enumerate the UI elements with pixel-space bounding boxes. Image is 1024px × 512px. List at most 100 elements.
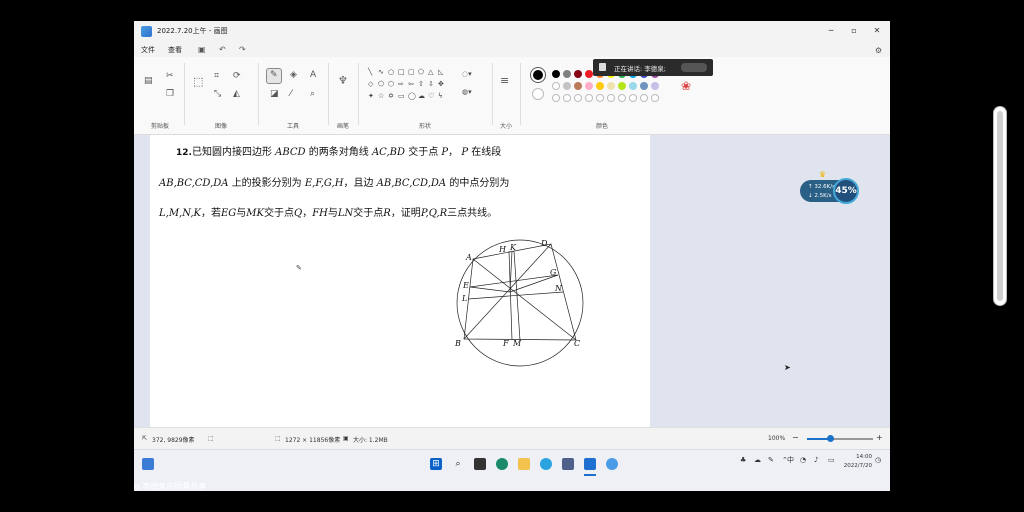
curve-shape-icon[interactable]: ∿ [378,69,384,76]
zoom-slider-thumb[interactable] [827,435,835,442]
system-clock[interactable]: 14:00 2022/7/20 [844,453,872,471]
battery-icon[interactable]: ▭ [828,456,835,464]
right-arrow-shape-icon[interactable]: ⇨ [398,81,404,88]
custom-color-slot[interactable] [640,94,648,102]
fill-style-icon[interactable]: ◍▾ [462,89,472,96]
flip-icon[interactable]: ◭ [233,90,240,99]
star4-shape-icon[interactable]: ✦ [368,93,374,100]
paste-icon[interactable]: ▤ [144,77,153,86]
start-icon[interactable]: ⊞ [430,458,442,470]
triangle-shape-icon[interactable]: △ [428,69,433,76]
rounded-rect-shape-icon[interactable]: ▢ [408,69,415,76]
custom-color-slot[interactable] [607,94,615,102]
app-icon[interactable] [562,458,574,470]
resize-icon[interactable]: ⤡ [214,90,221,99]
hexagon-shape-icon[interactable]: ⬡ [388,81,394,88]
meeting-speaker-banner[interactable]: 正在讲话: 李德泉; [593,59,713,76]
pentagon-shape-icon[interactable]: ⬠ [378,81,384,88]
secondary-color[interactable] [532,88,544,100]
custom-color-slot[interactable] [574,94,582,102]
edit-colors-icon[interactable]: ❀ [681,80,691,92]
color-swatch[interactable] [574,70,582,78]
four-arrow-shape-icon[interactable]: ✥ [438,81,444,88]
left-arrow-shape-icon[interactable]: ⇦ [408,81,414,88]
search-icon[interactable]: ⌕ [452,458,464,470]
meeting-app-icon[interactable] [606,458,618,470]
close-button[interactable]: ✕ [870,25,884,37]
crop-icon[interactable]: ⌗ [214,72,219,81]
viewer-scrollbar-thumb[interactable] [997,111,1003,301]
zoom-level[interactable]: 100% [768,435,785,442]
oval-shape-icon[interactable]: ○ [388,69,394,76]
drawing-canvas[interactable]: 12.已知圆内接四边形 ABCD 的两条对角线 AC,BD 交于点 P， P 在… [150,135,650,427]
notification-icon[interactable]: ◷ [875,456,881,464]
menu-file[interactable]: 文件 [141,45,155,55]
network-speed-widget[interactable]: ↑ 32.6K/s ↓ 2.5K/s ♛ 45% [800,170,862,204]
canvas-area[interactable]: 12.已知圆内接四边形 ABCD 的两条对角线 AC,BD 交于点 P， P 在… [134,135,890,491]
edge-icon[interactable] [496,458,508,470]
callout-oval-shape-icon[interactable]: ◯ [408,93,416,100]
rotate-icon[interactable]: ⟳ [233,72,241,81]
heart-shape-icon[interactable]: ♡ [428,93,434,100]
custom-color-slot[interactable] [585,94,593,102]
callout-rect-shape-icon[interactable]: ▭ [398,93,405,100]
custom-color-slot[interactable] [651,94,659,102]
lightning-shape-icon[interactable]: ϟ [438,93,443,100]
color-swatch[interactable] [552,82,560,90]
color-swatch[interactable] [552,70,560,78]
cut-icon[interactable]: ✂ [166,72,174,81]
app-tray-icon[interactable]: ♣ [740,456,746,464]
star6-shape-icon[interactable]: ✡ [388,93,394,100]
maximize-button[interactable]: ▫ [847,25,861,37]
zoom-out-icon[interactable]: − [792,433,799,442]
down-arrow-shape-icon[interactable]: ⇩ [428,81,434,88]
cloud-icon[interactable]: ☁ [754,456,761,464]
color-picker-icon[interactable]: ⁄ [290,90,292,99]
color-swatch[interactable] [563,82,571,90]
primary-color[interactable] [531,68,545,82]
up-arrow-shape-icon[interactable]: ⇧ [418,81,424,88]
color-swatch[interactable] [596,82,604,90]
polygon-shape-icon[interactable]: ⬠ [418,69,424,76]
color-swatch[interactable] [585,82,593,90]
zoom-slider[interactable] [807,435,873,442]
file-explorer-icon[interactable] [518,458,530,470]
outline-icon[interactable]: ◌▾ [462,71,472,78]
paint-taskbar-icon[interactable] [584,458,596,470]
browser-icon[interactable] [540,458,552,470]
custom-color-slot[interactable] [552,94,560,102]
viewer-scrollbar[interactable] [993,106,1007,306]
zoom-in-icon[interactable]: + [876,433,883,442]
select-icon[interactable]: ⬚ [193,76,203,87]
custom-color-slot[interactable] [563,94,571,102]
wifi-icon[interactable]: ◔ [800,456,806,464]
text-icon[interactable]: A [310,71,316,80]
copy-icon[interactable]: ❐ [166,90,174,99]
pencil-icon[interactable]: ✎ [270,71,278,80]
color-swatch[interactable] [651,82,659,90]
pen-icon[interactable]: ✎ [768,456,774,464]
color-swatch[interactable] [629,82,637,90]
callout-cloud-shape-icon[interactable]: ☁ [418,93,425,100]
ime-indicator[interactable]: 中 [787,455,794,465]
color-swatch[interactable] [585,70,593,78]
eraser-icon[interactable]: ◪ [270,90,279,99]
save-icon[interactable]: ▣ [198,45,206,54]
task-view-icon[interactable] [474,458,486,470]
color-swatch[interactable] [640,82,648,90]
custom-color-slot[interactable] [596,94,604,102]
star5-shape-icon[interactable]: ☆ [378,93,384,100]
menu-view[interactable]: 查看 [168,45,182,55]
diamond-shape-icon[interactable]: ◇ [368,81,373,88]
line-width-icon[interactable]: ≡ [500,75,509,86]
minimize-button[interactable]: ─ [824,25,838,37]
custom-color-slot[interactable] [618,94,626,102]
widgets-icon[interactable] [142,458,154,470]
color-swatch[interactable] [618,82,626,90]
custom-color-slot[interactable] [629,94,637,102]
color-swatch[interactable] [607,82,615,90]
color-swatch[interactable] [563,70,571,78]
speaker-icon[interactable]: ♪ [814,456,818,464]
brush-icon[interactable]: ♆ [338,75,348,86]
fill-icon[interactable]: ◈ [290,71,297,80]
